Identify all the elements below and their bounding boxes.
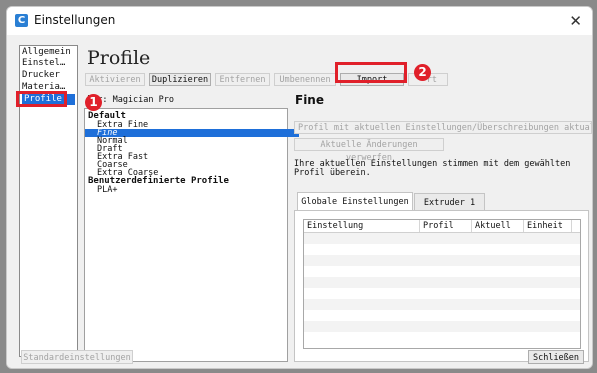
profile-group-default: Default [88, 111, 126, 121]
table-header: Einstellung Profil Aktuell Einheit [304, 220, 580, 233]
activate-button[interactable]: Aktivieren [85, 73, 145, 86]
profile-group-custom: Benutzerdefinierte Profile [88, 176, 229, 186]
profile-detail-title: Fine [295, 93, 324, 107]
sidebar-panel [19, 106, 78, 357]
table-row [304, 233, 580, 244]
table-row [304, 255, 580, 266]
sidebar-item-printers[interactable]: Drucker [22, 70, 60, 81]
table-row [304, 244, 580, 255]
page-title: Profile [87, 47, 151, 69]
highlight-import [335, 62, 407, 83]
close-icon[interactable]: ✕ [569, 12, 582, 30]
tab-extruder-1[interactable]: Extruder 1 [414, 193, 485, 211]
column-header-current[interactable]: Aktuell [472, 220, 524, 232]
profile-list[interactable]: Default Extra Fine Fine Normal Draft Ext… [84, 108, 299, 362]
table-row [304, 310, 580, 321]
sidebar-item-general[interactable]: Allgemein [22, 47, 71, 58]
table-row [304, 266, 580, 277]
table-row [304, 288, 580, 299]
title-bar: C Einstellungen ✕ [7, 7, 592, 35]
column-header-unit[interactable]: Einheit [524, 220, 572, 232]
profile-item[interactable]: Extra Fine [85, 121, 299, 130]
tab-global-settings[interactable]: Globale Einstellungen [297, 192, 413, 210]
discard-changes-button[interactable]: Aktuelle Änderungen verwerfen [294, 138, 444, 163]
dialog-body: Allgemein Einstel… Drucker Materia… Prof… [7, 35, 592, 368]
step-badge-1: 1 [85, 94, 102, 111]
column-header-profile[interactable]: Profil [420, 220, 472, 232]
settings-window: C Einstellungen ✕ Allgemein Einstel… Dru… [6, 6, 593, 369]
highlight-profiles [16, 91, 67, 107]
close-button[interactable]: Schließen [528, 350, 584, 364]
table-row [304, 277, 580, 288]
duplicate-button[interactable]: Duplizieren [149, 73, 211, 86]
remove-button[interactable]: Entfernen [215, 73, 270, 86]
settings-table[interactable]: Einstellung Profil Aktuell Einheit [303, 219, 581, 349]
step-badge-2: 2 [414, 64, 431, 81]
rename-button[interactable]: Umbenennen [274, 73, 336, 86]
table-row [304, 299, 580, 310]
update-profile-button[interactable]: Profil mit aktuellen Einstellungen/Übers… [294, 121, 592, 134]
table-row [304, 321, 580, 332]
window-title: Einstellungen [34, 13, 116, 27]
cura-app-icon: C [15, 14, 28, 27]
profile-item[interactable]: PLA+ [85, 186, 299, 195]
tab-panel: Einstellung Profil Aktuell Einheit [294, 210, 589, 362]
restore-defaults-button[interactable]: Standardeinstellungen [21, 350, 133, 364]
sidebar-item-settings[interactable]: Einstel… [22, 58, 65, 69]
table-row [304, 332, 580, 343]
status-message: Ihre aktuellen Einstellungen stimmen mit… [294, 159, 571, 178]
column-header-setting[interactable]: Einstellung [304, 220, 420, 232]
